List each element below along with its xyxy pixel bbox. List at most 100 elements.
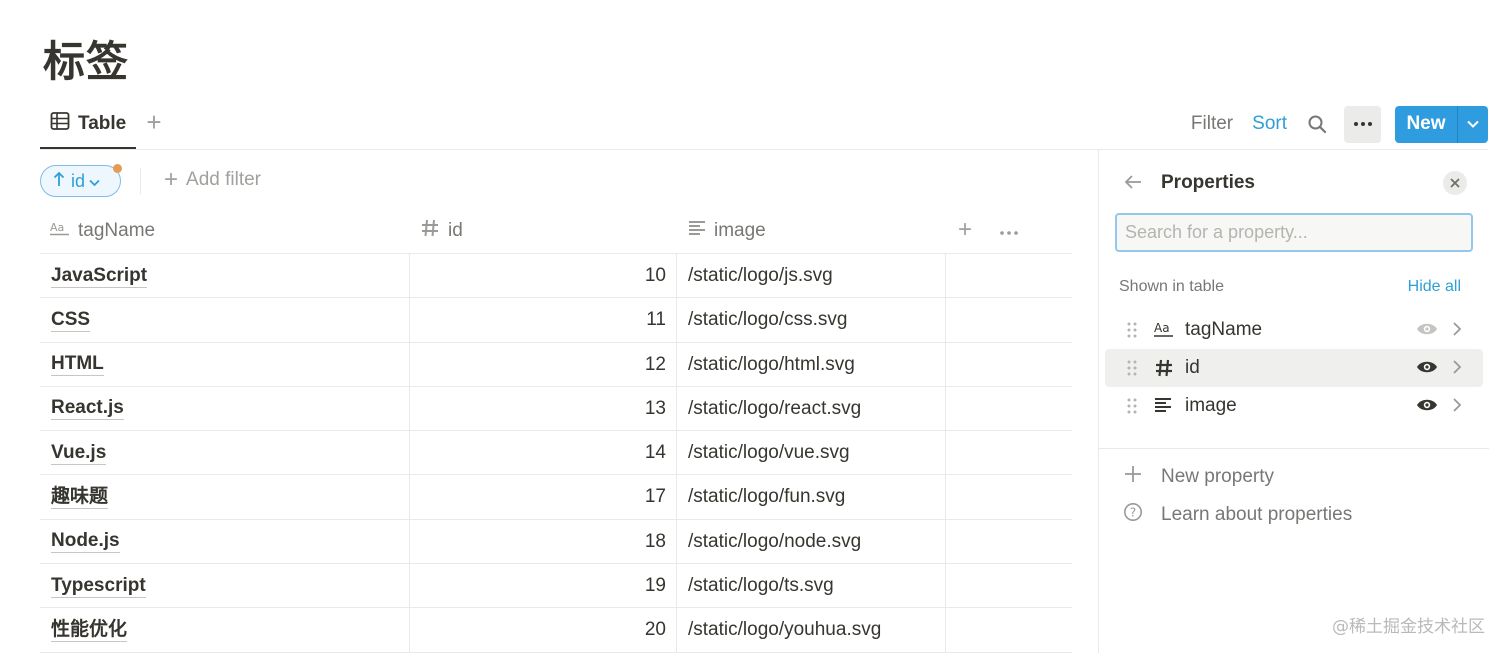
table-row[interactable]: Node.js 18 /static/logo/node.svg	[40, 519, 1072, 565]
cell-id[interactable]: 11	[409, 298, 677, 343]
cell-image[interactable]: /static/logo/css.svg	[678, 298, 946, 343]
cell-id[interactable]: 14	[409, 431, 677, 476]
drag-handle-icon[interactable]	[1127, 398, 1137, 419]
cell-image[interactable]: /static/logo/ts.svg	[678, 564, 946, 609]
cell-id[interactable]: 12	[409, 342, 677, 387]
property-name: id	[1185, 357, 1200, 378]
cell-id[interactable]: 20	[409, 608, 677, 653]
number-type-icon	[1154, 358, 1174, 383]
learn-properties-label: Learn about properties	[1161, 504, 1353, 525]
filter-divider	[140, 168, 141, 194]
property-search-input[interactable]	[1115, 213, 1473, 252]
column-header-id[interactable]: id	[420, 208, 463, 254]
property-name: image	[1185, 395, 1237, 416]
drag-handle-icon[interactable]	[1127, 360, 1137, 381]
column-header-label: tagName	[78, 220, 156, 241]
arrow-left-icon[interactable]	[1123, 172, 1143, 197]
cell-tagname[interactable]: 性能优化	[51, 608, 409, 652]
chevron-down-icon	[89, 171, 100, 192]
cell-image[interactable]: /static/logo/react.svg	[678, 386, 946, 431]
cell-tagname[interactable]: HTML	[51, 343, 409, 387]
eye-icon[interactable]	[1416, 360, 1438, 379]
more-options-icon[interactable]	[1344, 105, 1381, 143]
sort-chip[interactable]: id	[40, 165, 121, 197]
text-type-icon: Aa	[1154, 320, 1174, 343]
new-property-label: New property	[1161, 466, 1274, 487]
filter-button[interactable]: Filter	[1191, 113, 1233, 135]
cell-id[interactable]: 19	[409, 564, 677, 609]
table-icon	[50, 111, 70, 136]
drag-handle-icon[interactable]	[1127, 322, 1137, 343]
column-header-image[interactable]: image	[688, 208, 766, 254]
view-tabs-bar: Table + Filter Sort New	[40, 100, 1488, 150]
properties-title: Properties	[1161, 172, 1255, 193]
chevron-right-icon[interactable]	[1452, 397, 1462, 418]
column-header-label: id	[448, 220, 463, 241]
table-row[interactable]: JavaScript 10 /static/logo/js.svg	[40, 254, 1072, 299]
chevron-right-icon[interactable]	[1452, 321, 1462, 342]
add-filter-button[interactable]: + Add filter	[164, 166, 261, 193]
eye-icon[interactable]	[1416, 322, 1438, 341]
property-item-tagname[interactable]: Aa tagName	[1105, 311, 1483, 349]
property-item-id[interactable]: id	[1105, 349, 1483, 387]
table-row[interactable]: HTML 12 /static/logo/html.svg	[40, 342, 1072, 387]
table-row[interactable]: Typescript 19 /static/logo/ts.svg	[40, 564, 1072, 609]
cell-tagname[interactable]: CSS	[51, 298, 409, 342]
table-row[interactable]: 性能优化 20 /static/logo/youhua.svg	[40, 608, 1072, 653]
tab-table[interactable]: Table	[40, 100, 136, 149]
add-column-plus-icon[interactable]: +	[958, 216, 972, 244]
plus-icon: +	[164, 166, 179, 193]
table-row[interactable]: CSS 11 /static/logo/css.svg	[40, 298, 1072, 343]
number-type-icon	[420, 218, 440, 244]
property-item-image[interactable]: image	[1105, 387, 1483, 425]
cell-tagname[interactable]: JavaScript	[51, 254, 409, 298]
chevron-right-icon[interactable]	[1452, 359, 1462, 380]
page-title: 标签	[43, 37, 130, 86]
cell-tagname[interactable]: 趣味题	[51, 475, 409, 519]
cell-id[interactable]: 13	[409, 386, 677, 431]
cell-image[interactable]: /static/logo/html.svg	[678, 342, 946, 387]
cell-tagname[interactable]: React.js	[51, 387, 409, 431]
lines-type-icon	[688, 220, 706, 242]
cell-image[interactable]: /static/logo/fun.svg	[678, 475, 946, 520]
property-list: Aa tagName id image	[1105, 311, 1483, 425]
cell-image[interactable]: /static/logo/youhua.svg	[678, 608, 946, 653]
chevron-down-icon[interactable]	[1458, 120, 1488, 128]
add-view-plus-icon[interactable]: +	[142, 109, 166, 136]
table-row[interactable]: 趣味题 17 /static/logo/fun.svg	[40, 475, 1072, 520]
svg-text:?: ?	[1130, 506, 1136, 520]
column-header-tagname[interactable]: Aa tagName	[50, 208, 155, 254]
cell-tagname[interactable]: Node.js	[51, 520, 409, 564]
sort-indicator-dot	[113, 164, 122, 173]
help-icon: ?	[1123, 502, 1143, 528]
plus-icon	[1123, 464, 1143, 490]
cell-image[interactable]: /static/logo/node.svg	[678, 519, 946, 564]
cell-id[interactable]: 17	[409, 475, 677, 520]
cell-tagname[interactable]: Typescript	[51, 564, 409, 608]
hide-all-button[interactable]: Hide all	[1408, 278, 1461, 296]
eye-icon[interactable]	[1416, 398, 1438, 417]
cell-tagname[interactable]: Vue.js	[51, 431, 409, 475]
properties-panel: Properties Shown in table Hide all Aa ta…	[1098, 150, 1489, 653]
new-property-button[interactable]: New property	[1123, 464, 1274, 490]
shown-in-table-label: Shown in table	[1119, 278, 1224, 295]
cell-image[interactable]: /static/logo/vue.svg	[678, 431, 946, 476]
close-icon[interactable]	[1443, 171, 1467, 195]
property-name: tagName	[1185, 319, 1263, 340]
svg-text:Aa: Aa	[50, 221, 64, 234]
cell-id[interactable]: 18	[409, 519, 677, 564]
arrow-up-icon	[53, 171, 65, 192]
search-icon[interactable]	[1306, 113, 1328, 135]
column-more-icon[interactable]	[1000, 222, 1018, 240]
svg-text:Aa: Aa	[1154, 321, 1170, 335]
table-body: JavaScript 10 /static/logo/js.svg CSS 11…	[40, 254, 1072, 653]
sort-button[interactable]: Sort	[1252, 113, 1287, 135]
learn-properties-link[interactable]: ? Learn about properties	[1123, 502, 1352, 528]
cell-id[interactable]: 10	[409, 254, 677, 298]
new-button[interactable]: New	[1395, 105, 1488, 143]
table-row[interactable]: React.js 13 /static/logo/react.svg	[40, 386, 1072, 432]
panel-divider	[1099, 448, 1489, 449]
table-row[interactable]: Vue.js 14 /static/logo/vue.svg	[40, 431, 1072, 476]
sort-chip-label: id	[71, 170, 86, 191]
cell-image[interactable]: /static/logo/js.svg	[678, 254, 946, 298]
